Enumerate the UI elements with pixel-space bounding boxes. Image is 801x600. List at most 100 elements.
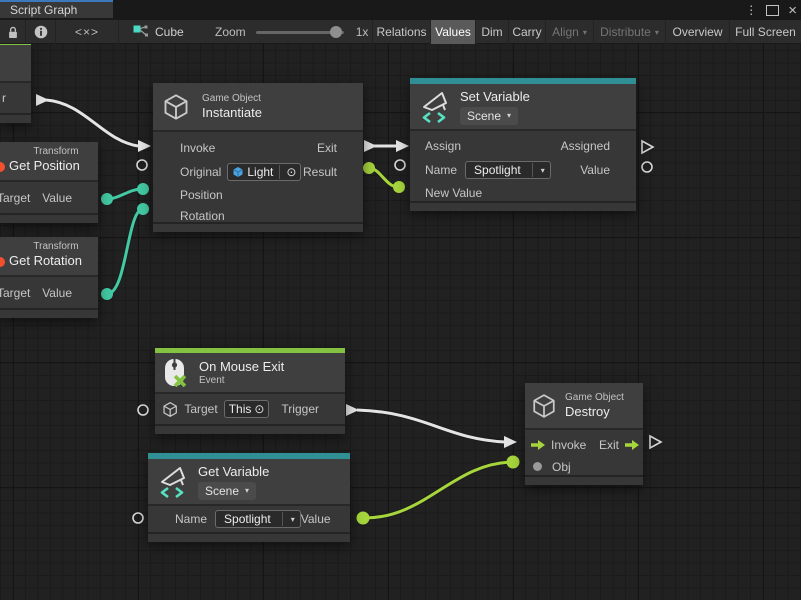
mouse-exit-icon — [163, 357, 189, 389]
tab-script-graph[interactable]: Script Graph — [0, 0, 113, 18]
value-port-label: Value — [580, 163, 610, 177]
node-footer — [148, 532, 350, 542]
target-port-label: Target — [184, 402, 217, 416]
variable-name-value: Spotlight — [466, 163, 529, 177]
fullscreen-button[interactable]: Full Screen — [729, 20, 801, 44]
zoom-slider[interactable] — [256, 31, 344, 34]
graph-toolbar: <×> Cube Zoom 1x Relations Values Dim Ca… — [0, 20, 801, 44]
zoom-slider-handle[interactable] — [330, 26, 342, 38]
graph-icon — [133, 24, 149, 40]
graph-breadcrumb[interactable]: Cube — [133, 20, 184, 44]
value-port-label: Value — [42, 191, 72, 205]
node-footer — [153, 222, 363, 232]
align-button[interactable]: Align ▾ — [545, 20, 593, 44]
object-cube-icon — [232, 166, 244, 178]
node-destroy[interactable]: Game Object Destroy Invoke Exit Obj — [525, 383, 643, 485]
node-instantiate[interactable]: Game Object Instantiate Invoke Exit Orig… — [153, 83, 363, 232]
dropdown-arrow-icon: ▾ — [286, 515, 300, 524]
original-object-field[interactable]: Light ⊙ — [227, 163, 301, 181]
obj-port-dot-icon[interactable] — [533, 462, 542, 471]
original-port-label: Original — [180, 165, 221, 179]
position-port-label: Position — [180, 188, 223, 202]
zoom-value: 1x — [356, 25, 369, 39]
original-object-value: Light — [247, 165, 273, 179]
invoke-port-label: Invoke — [551, 438, 586, 452]
close-icon[interactable]: × — [788, 3, 797, 18]
code-view-button[interactable]: <×> — [55, 20, 118, 44]
dropdown-arrow-icon: ▾ — [655, 28, 659, 37]
variable-icon — [158, 465, 188, 499]
tab-title: Script Graph — [10, 3, 77, 17]
game-object-cube-icon — [162, 93, 190, 121]
carry-button[interactable]: Carry — [508, 20, 545, 44]
overview-button[interactable]: Overview — [665, 20, 729, 44]
node-on-mouse-exit[interactable]: On Mouse Exit Event Target This ⊙ Trigge… — [155, 348, 345, 434]
values-button[interactable]: Values — [430, 20, 475, 44]
graph-canvas[interactable] — [0, 0, 801, 600]
node-title: Set Variable — [460, 89, 530, 105]
maximize-icon[interactable] — [766, 5, 779, 16]
variable-scope-dropdown[interactable]: Scene ▾ — [460, 107, 518, 125]
obj-port-label: Obj — [552, 460, 571, 474]
node-footer — [0, 308, 98, 318]
relations-button[interactable]: Relations — [372, 20, 430, 44]
node-footer — [525, 475, 643, 485]
target-object-value: This — [229, 402, 252, 416]
assign-port-label: Assign — [425, 139, 461, 153]
window-menu-icon[interactable]: ⋮ — [745, 4, 757, 16]
dropdown-arrow-icon: ▾ — [536, 166, 550, 175]
variable-name-dropdown[interactable]: Spotlight ▾ — [215, 510, 301, 528]
node-footer — [0, 213, 98, 223]
node-category: Transform — [0, 241, 98, 253]
variable-scope-dropdown[interactable]: Scene ▾ — [198, 482, 256, 500]
trigger-port-label: Trigger — [281, 402, 319, 416]
info-button[interactable] — [25, 20, 55, 44]
node-title: Get Rotation — [9, 253, 82, 268]
dropdown-arrow-icon: ▾ — [507, 111, 511, 120]
variable-name-value: Spotlight — [216, 512, 279, 526]
code-icon: <×> — [75, 25, 99, 39]
node-title: Get Variable — [198, 464, 269, 480]
node-get-variable[interactable]: Get Variable Scene ▾ Name Spotlight ▾ Va… — [148, 453, 350, 542]
node-category: Event — [199, 375, 284, 387]
invoke-port-label: Invoke — [180, 141, 215, 155]
exit-port-label: Exit — [317, 141, 337, 155]
node-partial-event[interactable]: r — [0, 41, 31, 123]
name-port-label: Name — [175, 512, 207, 526]
node-title: Get Position — [9, 158, 80, 173]
lock-button[interactable] — [0, 20, 25, 44]
value-port-label: Value — [42, 286, 72, 300]
object-picker-icon[interactable]: ⊙ — [286, 166, 296, 178]
lock-icon — [6, 25, 20, 40]
dropdown-arrow-icon: ▾ — [245, 486, 249, 495]
node-category: Transform — [0, 146, 98, 158]
target-object-field[interactable]: This ⊙ — [224, 400, 270, 418]
node-footer — [0, 113, 31, 123]
name-port-label: Name — [425, 163, 457, 177]
scope-value: Scene — [467, 109, 501, 123]
node-set-variable[interactable]: Set Variable Scene ▾ Assign Assigned Nam… — [410, 78, 636, 211]
info-icon — [34, 25, 48, 39]
zoom-label: Zoom — [215, 25, 246, 39]
node-footer — [410, 201, 636, 211]
flow-arrow-icon[interactable] — [624, 439, 640, 451]
distribute-button[interactable]: Distribute ▾ — [593, 20, 665, 44]
exit-port-label: Exit — [599, 438, 619, 452]
object-picker-icon[interactable]: ⊙ — [254, 403, 264, 415]
value-port-label: Value — [301, 512, 331, 526]
variable-name-dropdown[interactable]: Spotlight ▾ — [465, 161, 551, 179]
node-footer — [155, 424, 345, 434]
target-port-label: Target — [0, 286, 30, 300]
target-port-label: Target — [0, 191, 30, 205]
partial-node-header — [0, 45, 31, 81]
game-object-cube-icon — [162, 401, 178, 418]
node-get-rotation[interactable]: Transform Get Rotation Target Value — [0, 237, 98, 318]
tab-bar: Script Graph ⋮ × — [0, 0, 801, 20]
dim-button[interactable]: Dim — [475, 20, 508, 44]
node-title: Instantiate — [202, 105, 262, 121]
script-graph-window: r Transform Get Position Target Value Tr… — [0, 0, 801, 600]
flow-arrow-icon[interactable] — [530, 439, 546, 451]
transform-type-dot-icon — [0, 162, 5, 172]
node-get-position[interactable]: Transform Get Position Target Value — [0, 142, 98, 223]
breadcrumb-graph-name: Cube — [155, 25, 184, 39]
